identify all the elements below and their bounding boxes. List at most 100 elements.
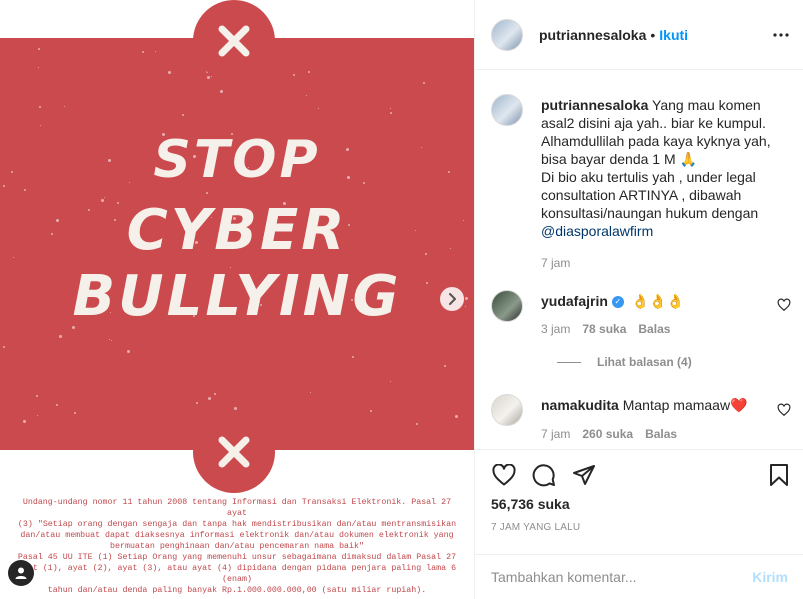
texture-speck <box>127 350 130 353</box>
texture-speck <box>425 253 427 255</box>
comment-button[interactable] <box>531 462 557 488</box>
share-icon <box>573 465 595 485</box>
comment-likes[interactable]: 260 suka <box>582 427 633 441</box>
law-text-line: Pasal 45 UU ITE (1) Setiap Orang yang me… <box>17 553 457 562</box>
texture-speck <box>168 71 171 74</box>
comment-body: Mantap mamaaw❤️ <box>622 397 748 413</box>
comment-time[interactable]: 3 jam <box>541 322 570 336</box>
comment-text: yudafajrin ✓ 👌👌👌 <box>541 292 771 310</box>
reply-button[interactable]: Balas <box>638 322 670 336</box>
caption-meta: 7 jam <box>541 256 570 270</box>
share-button[interactable] <box>571 462 597 488</box>
texture-speck <box>352 356 354 358</box>
post-actions: 56,736 suka 7 JAM YANG LALU <box>475 449 803 554</box>
comment-username[interactable]: yudafajrin <box>541 293 608 309</box>
texture-speck <box>11 171 13 173</box>
bookmark-icon <box>770 464 788 486</box>
texture-speck <box>214 393 216 395</box>
texture-speck <box>308 71 310 73</box>
verified-badge-icon: ✓ <box>611 296 624 309</box>
comment-text: namakudita Mantap mamaaw❤️ <box>541 396 771 414</box>
view-replies-button[interactable]: Lihat balasan (4) <box>557 355 692 369</box>
texture-speck <box>390 108 391 109</box>
texture-speck <box>40 125 41 126</box>
texture-speck <box>390 112 392 114</box>
follow-button[interactable]: Ikuti <box>659 27 688 43</box>
caption-body-2: Di bio aku tertulis yah , under legal co… <box>541 169 759 221</box>
comment-input[interactable] <box>491 569 753 585</box>
texture-speck <box>56 219 59 222</box>
texture-speck <box>370 410 372 412</box>
texture-speck <box>465 297 468 300</box>
avatar[interactable] <box>491 94 523 126</box>
caption-username[interactable]: putriannesaloka <box>541 97 648 113</box>
post-media[interactable]: STOP CYBER BULLYING Undang-undang nomor … <box>0 0 474 599</box>
texture-speck <box>426 282 428 284</box>
heart-icon <box>492 464 516 486</box>
texture-speck <box>51 233 53 235</box>
avatar[interactable] <box>491 394 523 426</box>
texture-speck <box>3 185 5 187</box>
texture-speck <box>59 335 62 338</box>
like-button[interactable] <box>491 462 517 488</box>
avatar[interactable] <box>491 18 523 51</box>
caption-text: putriannesaloka Yang mau komen asal2 dis… <box>541 96 771 240</box>
caption-time[interactable]: 7 jam <box>541 256 570 270</box>
texture-speck <box>196 402 198 404</box>
add-comment-bar: Kirim <box>475 554 803 599</box>
texture-speck <box>220 90 223 93</box>
separator: • <box>650 26 656 43</box>
next-slide-button[interactable] <box>440 287 464 311</box>
comment-meta: 7 jam 260 suka Balas <box>541 427 677 441</box>
comment-body: 👌👌👌 <box>631 293 685 309</box>
texture-speck <box>74 412 76 414</box>
texture-speck <box>444 365 446 367</box>
law-text-line: ayat (1), ayat (2), ayat (3), atau ayat … <box>17 564 457 584</box>
comment-meta: 3 jam 78 suka Balas <box>541 322 670 336</box>
like-comment-icon[interactable] <box>777 403 791 417</box>
save-button[interactable] <box>766 462 792 488</box>
poster-bottom-badge <box>193 411 275 493</box>
mention-link[interactable]: @diasporalawfirm <box>541 223 653 239</box>
comment-username[interactable]: namakudita <box>541 397 619 413</box>
law-text-line: Undang-undang nomor 11 tahun 2008 tentan… <box>22 498 452 518</box>
view-replies-label: Lihat balasan (4) <box>597 355 692 369</box>
poster-headline-line-1: STOP <box>153 130 321 190</box>
texture-speck <box>182 114 184 116</box>
like-comment-icon[interactable] <box>777 298 791 312</box>
texture-speck <box>109 339 110 340</box>
texture-speck <box>455 415 458 418</box>
texture-speck <box>36 395 38 397</box>
avatar[interactable] <box>491 290 523 322</box>
tagged-users-button[interactable] <box>8 560 34 586</box>
post-comment-button[interactable]: Kirim <box>752 569 788 585</box>
texture-speck <box>448 171 450 173</box>
more-options-button[interactable] <box>771 25 791 45</box>
posted-time[interactable]: 7 JAM YANG LALU <box>491 522 580 533</box>
texture-speck <box>206 192 208 194</box>
header-username[interactable]: putriannesaloka <box>539 27 646 43</box>
texture-speck <box>421 147 422 148</box>
texture-speck <box>415 230 416 231</box>
texture-speck <box>13 257 14 258</box>
texture-speck <box>463 220 464 221</box>
reply-button[interactable]: Balas <box>645 427 677 441</box>
caption: putriannesaloka Yang mau komen asal2 dis… <box>491 94 791 274</box>
texture-speck <box>38 67 39 68</box>
texture-speck <box>306 95 307 96</box>
texture-speck <box>423 82 425 84</box>
comment-likes[interactable]: 78 suka <box>582 322 626 336</box>
poster-law-text: Undang-undang nomor 11 tahun 2008 tentan… <box>12 497 462 596</box>
chevron-right-icon <box>449 293 456 305</box>
comment-time[interactable]: 7 jam <box>541 427 570 441</box>
user-icon <box>15 567 27 579</box>
texture-speck <box>39 106 41 108</box>
list-item: namakudita Mantap mamaaw❤️ 7 jam 260 suk… <box>491 394 791 449</box>
texture-speck <box>155 51 156 52</box>
texture-speck <box>416 423 418 425</box>
texture-speck <box>64 106 65 107</box>
texture-speck <box>450 248 451 249</box>
comments-list[interactable]: putriannesaloka Yang mau komen asal2 dis… <box>475 71 803 449</box>
likes-count[interactable]: 56,736 suka <box>491 496 570 512</box>
texture-speck <box>293 74 295 76</box>
